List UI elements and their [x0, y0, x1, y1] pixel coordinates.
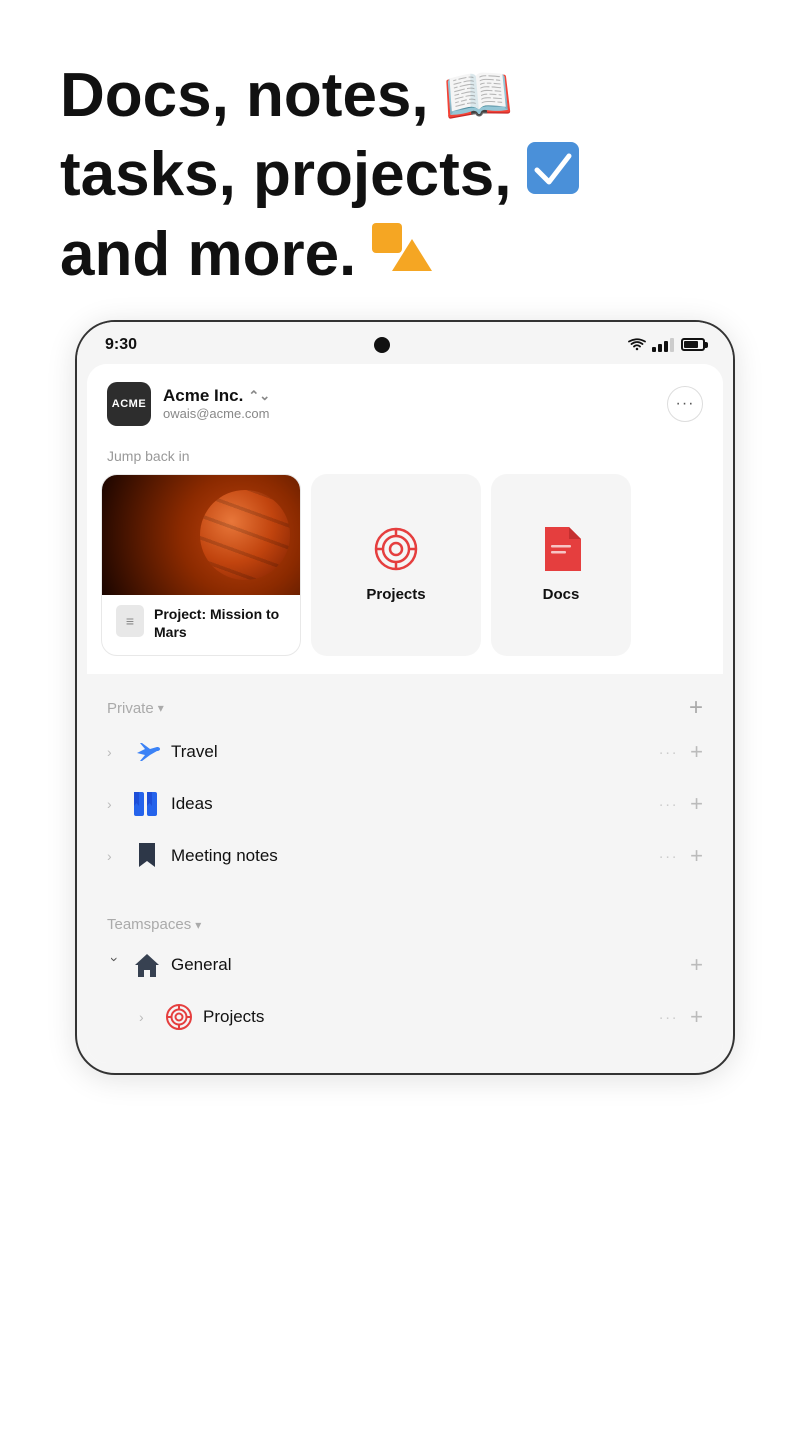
- hero-line-3: and more.: [60, 219, 434, 290]
- travel-plane-icon: [133, 738, 161, 766]
- meeting-more-icon[interactable]: ···: [659, 848, 679, 865]
- general-label: General: [171, 955, 690, 975]
- signal-icon: [652, 338, 674, 352]
- app-header: ACME Acme Inc. ⌃⌄ owais@acme.com ···: [87, 364, 723, 440]
- ts-projects-target-icon: [165, 1003, 193, 1031]
- ideas-more-icon[interactable]: ···: [659, 796, 679, 813]
- travel-actions: ··· +: [659, 739, 703, 765]
- teamspaces-chevron-icon: ▾: [195, 918, 201, 932]
- mission-card-title: Project: Mission to Mars: [154, 605, 286, 641]
- workspace-details: Acme Inc. ⌃⌄ owais@acme.com: [163, 386, 270, 421]
- meeting-bookmark-icon: [133, 842, 161, 870]
- front-camera: [374, 337, 390, 353]
- docs-card-label: Docs: [543, 586, 580, 603]
- hero-line-2: tasks, projects,: [60, 139, 581, 210]
- status-time: 9:30: [105, 336, 137, 354]
- planet-graphic: [200, 490, 290, 580]
- battery-icon: [681, 338, 705, 351]
- meeting-notes-label: Meeting notes: [171, 846, 659, 866]
- ts-projects-label: Projects: [203, 1007, 659, 1027]
- hero-section: Docs, notes, 📖 tasks, projects, and more…: [0, 0, 810, 320]
- hero-text-3: and more.: [60, 219, 356, 290]
- travel-add-icon[interactable]: +: [690, 739, 703, 765]
- travel-label: Travel: [171, 742, 659, 762]
- workspace-name: Acme Inc. ⌃⌄: [163, 386, 270, 406]
- card-mission-to-mars[interactable]: Project: Mission to Mars: [101, 474, 301, 656]
- private-chevron-icon: ▾: [158, 701, 164, 715]
- teamspaces-section: Teamspaces ▾ › General +: [87, 904, 723, 1063]
- sidebar-item-general[interactable]: › General +: [87, 939, 723, 991]
- ts-projects-more-icon[interactable]: ···: [659, 1009, 679, 1026]
- ideas-label: Ideas: [171, 794, 659, 814]
- ideas-expand-icon: ›: [107, 796, 123, 812]
- hero-text-1: Docs, notes,: [60, 60, 429, 131]
- emoji-book-icon: 📖: [440, 61, 515, 131]
- hero-text-2: tasks, projects,: [60, 139, 511, 210]
- sidebar-item-travel[interactable]: › Travel ··· +: [87, 726, 723, 778]
- sidebar-item-ideas[interactable]: › Ideas ··· +: [87, 778, 723, 830]
- ts-projects-add-icon[interactable]: +: [690, 1004, 703, 1030]
- header-more-button[interactable]: ···: [667, 386, 703, 422]
- doc-icon: [116, 605, 144, 637]
- status-icons: [627, 338, 705, 352]
- general-expand-icon: ›: [107, 957, 123, 973]
- travel-expand-icon: ›: [107, 744, 123, 760]
- status-bar: 9:30: [77, 322, 733, 364]
- teamspaces-label[interactable]: Teamspaces ▾: [107, 916, 201, 933]
- jump-back-label: Jump back in: [87, 440, 723, 474]
- app-content: ACME Acme Inc. ⌃⌄ owais@acme.com ··· Jum…: [87, 364, 723, 1063]
- card-projects[interactable]: Projects: [311, 474, 481, 656]
- projects-card-label: Projects: [366, 586, 425, 603]
- private-section: Private ▾ + › Travel ··· +: [87, 674, 723, 892]
- card-docs[interactable]: Docs: [491, 474, 631, 656]
- ideas-actions: ··· +: [659, 791, 703, 817]
- workspace-logo: ACME: [107, 382, 151, 426]
- hero-title: Docs, notes, 📖 tasks, projects, and more…: [60, 60, 750, 290]
- mission-card-body: Project: Mission to Mars: [102, 595, 300, 655]
- wifi-icon: [627, 338, 647, 352]
- ts-projects-expand-icon: ›: [139, 1009, 155, 1025]
- ts-projects-actions: ··· +: [659, 1004, 703, 1030]
- workspace-info[interactable]: ACME Acme Inc. ⌃⌄ owais@acme.com: [107, 382, 270, 426]
- sidebar-item-teamspace-projects[interactable]: › Projects ··· +: [87, 991, 723, 1043]
- workspace-email: owais@acme.com: [163, 406, 270, 421]
- emoji-shapes-icon: [370, 219, 434, 289]
- hero-line-1: Docs, notes, 📖: [60, 60, 512, 131]
- meeting-actions: ··· +: [659, 843, 703, 869]
- emoji-check-icon: [525, 140, 581, 209]
- private-label[interactable]: Private ▾: [107, 700, 164, 717]
- general-add-icon[interactable]: +: [690, 952, 703, 978]
- cards-row: Project: Mission to Mars: [87, 474, 723, 674]
- workspace-chevron-icon: ⌃⌄: [248, 388, 270, 404]
- general-actions: +: [690, 952, 703, 978]
- mission-card-image: [102, 475, 300, 595]
- private-add-button[interactable]: +: [689, 696, 703, 720]
- general-house-icon: [133, 951, 161, 979]
- projects-card-icon: [374, 527, 418, 576]
- meeting-add-icon[interactable]: +: [690, 843, 703, 869]
- phone-mockup: 9:30: [75, 320, 735, 1075]
- private-section-header: Private ▾ +: [87, 684, 723, 726]
- meeting-expand-icon: ›: [107, 848, 123, 864]
- ideas-books-icon: [133, 790, 161, 818]
- sidebar-item-meeting-notes[interactable]: › Meeting notes ··· +: [87, 830, 723, 882]
- travel-more-icon[interactable]: ···: [659, 744, 679, 761]
- ideas-add-icon[interactable]: +: [690, 791, 703, 817]
- three-dots-icon: ···: [676, 395, 695, 413]
- teamspaces-section-header: Teamspaces ▾: [87, 904, 723, 939]
- docs-card-icon: [541, 527, 581, 576]
